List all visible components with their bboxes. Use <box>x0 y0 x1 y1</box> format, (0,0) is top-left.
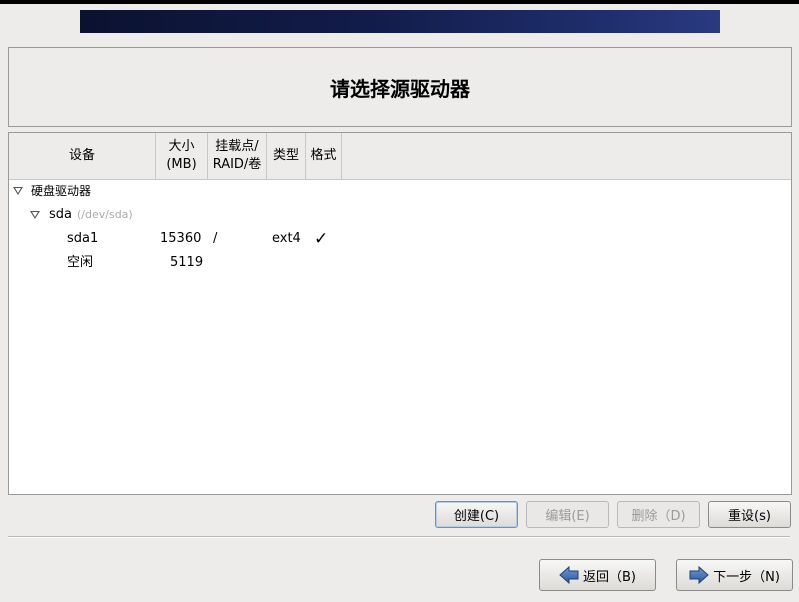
checkmark-icon: ✓ <box>314 229 329 249</box>
row-size: 15360 <box>160 231 202 246</box>
column-header-format[interactable]: 格式 <box>306 133 342 179</box>
disk-name: sda <box>49 207 72 222</box>
next-button[interactable]: 下一步（N) <box>676 559 793 591</box>
edit-button[interactable]: 编辑(E) <box>526 501 609 528</box>
partition-table[interactable]: 设备 大小 (MB) 挂载点/ RAID/卷 类型 格式 硬盘驱动器 sda (… <box>8 132 792 495</box>
table-row[interactable]: sda1 15360 / ext4 ✓ <box>9 228 791 250</box>
row-mount: / <box>213 231 218 246</box>
reset-button[interactable]: 重设(s) <box>708 501 791 528</box>
back-button[interactable]: 返回（B) <box>539 559 656 591</box>
tree-row-group[interactable]: 硬盘驱动器 <box>9 180 791 202</box>
column-header-size[interactable]: 大小 (MB) <box>156 133 208 179</box>
title-panel: 请选择源驱动器 <box>8 47 792 127</box>
column-header-mount[interactable]: 挂载点/ RAID/卷 <box>208 133 267 179</box>
row-type: ext4 <box>272 231 301 246</box>
triangle-down-icon[interactable] <box>13 187 23 195</box>
create-button[interactable]: 创建(C) <box>435 501 518 528</box>
triangle-down-icon[interactable] <box>30 211 40 219</box>
column-header-device[interactable]: 设备 <box>9 133 156 179</box>
row-device: sda1 <box>67 231 99 246</box>
row-size: 5119 <box>170 255 204 270</box>
header-banner <box>80 10 720 33</box>
top-edge <box>0 0 799 4</box>
tree-row-disk[interactable]: sda (/dev/sda) <box>9 204 791 226</box>
table-header: 设备 大小 (MB) 挂载点/ RAID/卷 类型 格式 <box>9 133 791 180</box>
arrow-right-icon <box>689 566 709 584</box>
page-title: 请选择源驱动器 <box>330 76 470 101</box>
column-header-type[interactable]: 类型 <box>267 133 306 179</box>
group-label: 硬盘驱动器 <box>31 184 92 198</box>
delete-button[interactable]: 删除（D) <box>617 501 700 528</box>
row-device: 空闲 <box>67 255 94 270</box>
table-row[interactable]: 空闲 5119 <box>9 252 791 274</box>
disk-path: (/dev/sda) <box>77 208 133 221</box>
divider <box>8 536 790 538</box>
arrow-left-icon <box>559 566 579 584</box>
